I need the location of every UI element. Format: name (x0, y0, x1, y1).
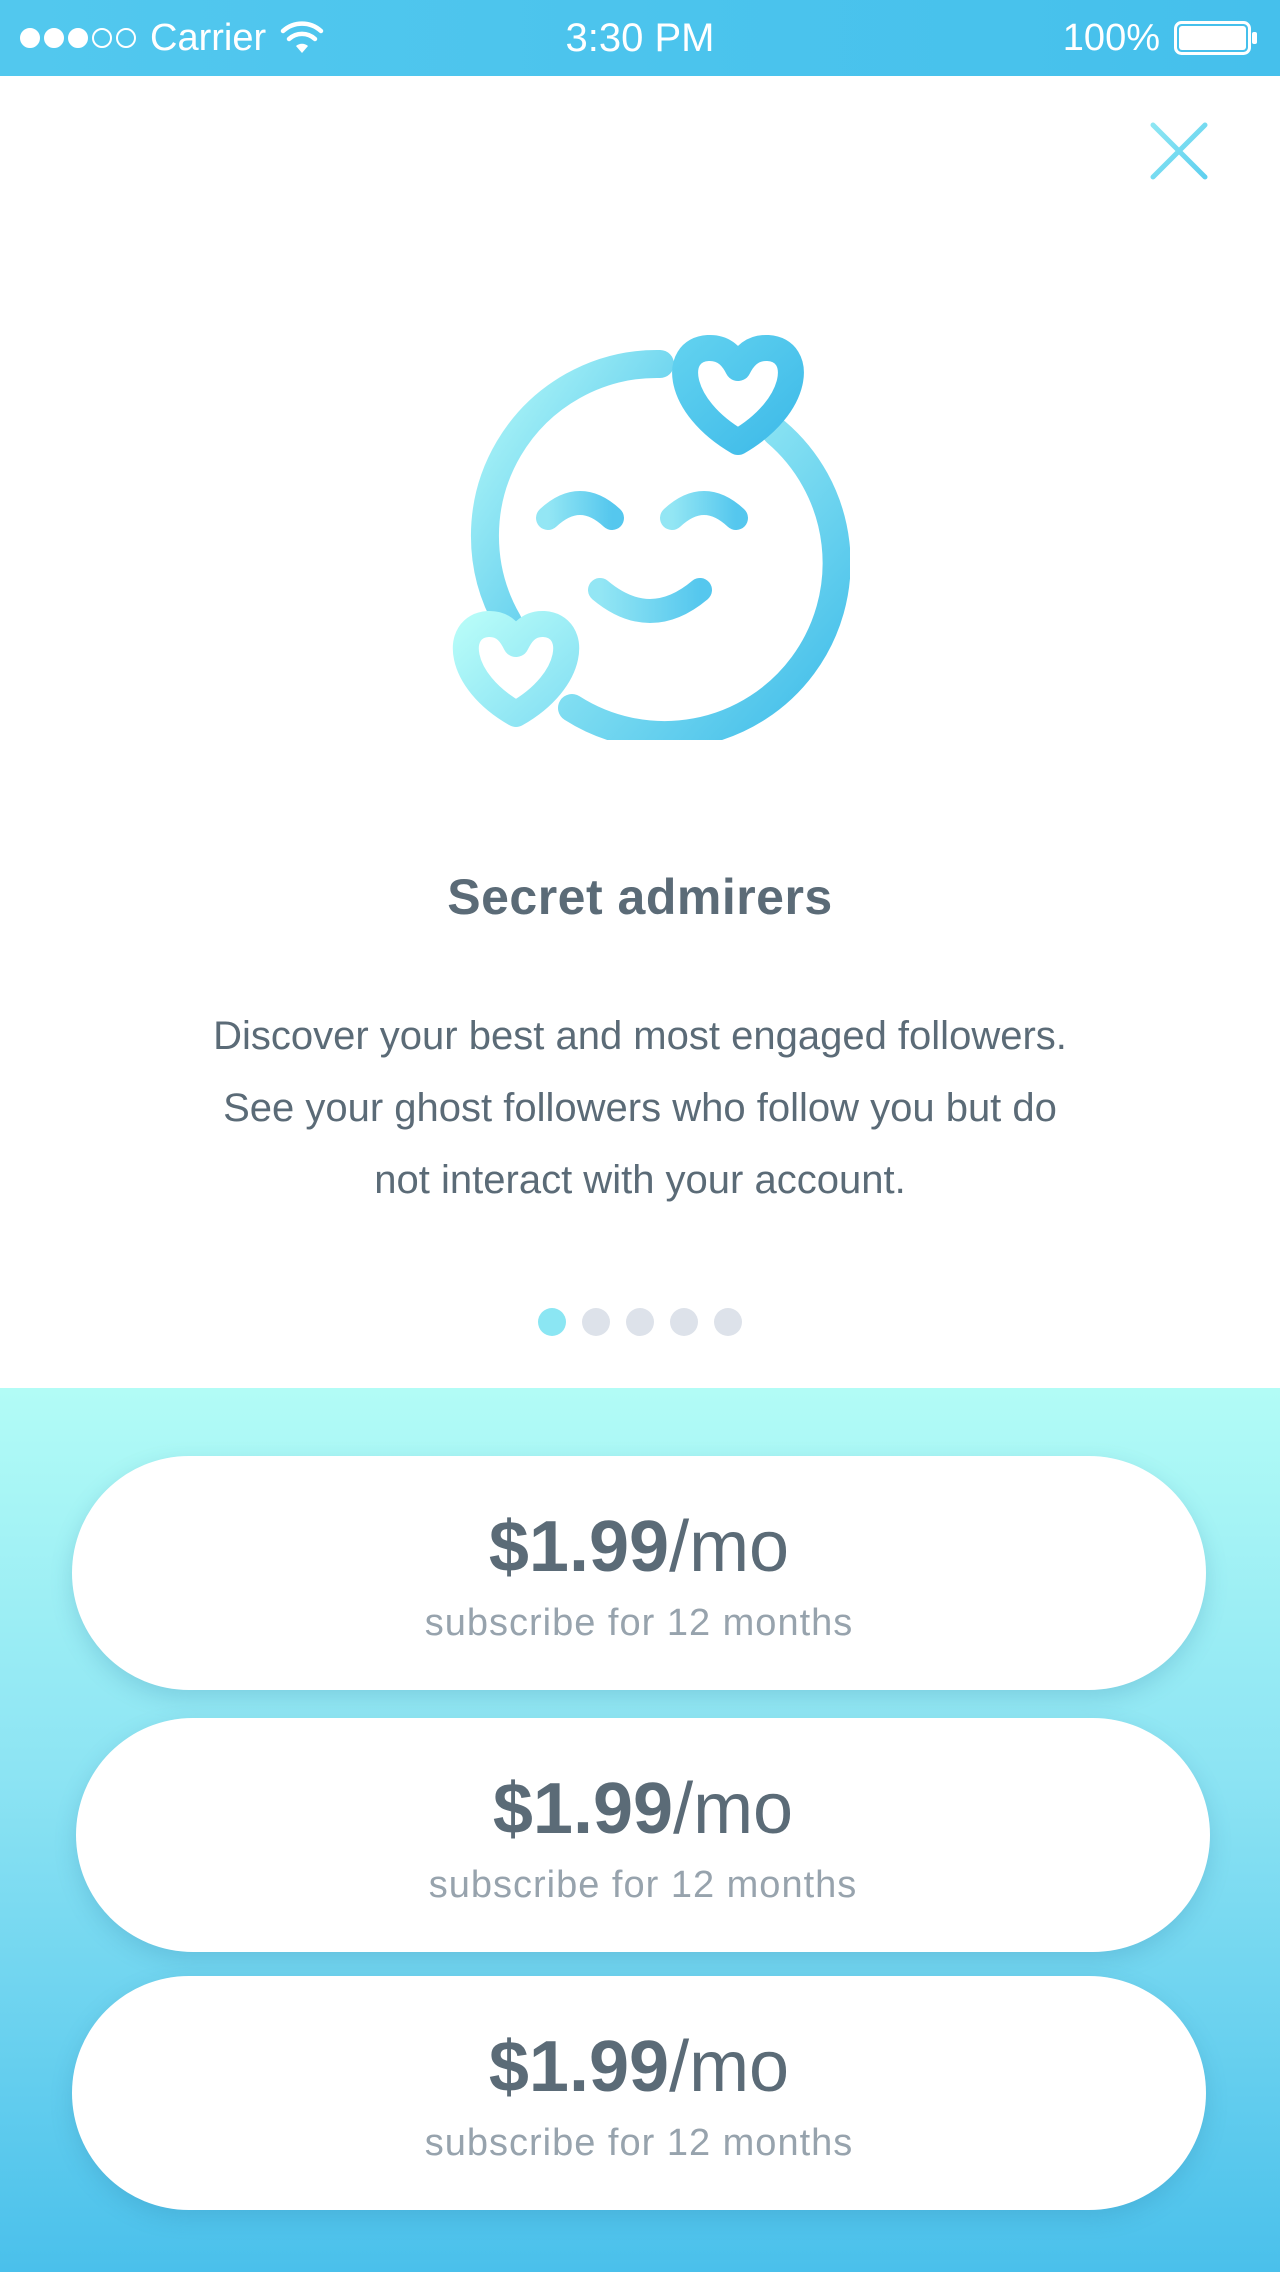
plan-price: $1.99/mo (76, 1768, 1210, 1850)
description-line: not interact with your account. (374, 1158, 906, 1202)
price-amount: $1.99 (488, 1507, 670, 1587)
page-dot[interactable] (582, 1308, 610, 1336)
feature-title: Secret admirers (447, 869, 833, 925)
page-dot[interactable] (714, 1308, 742, 1336)
plan-button-1[interactable]: $1.99/mo subscribe for 12 months (72, 1456, 1206, 1690)
plan-subtitle: subscribe for 12 months (424, 1602, 854, 1644)
page-dot[interactable] (626, 1308, 654, 1336)
plan-price: $1.99/mo (72, 1506, 1206, 1588)
plan-subtitle: subscribe for 12 months (424, 2122, 854, 2164)
plan-button-3[interactable]: $1.99/mo subscribe for 12 months (72, 1976, 1206, 2210)
description-line: See your ghost followers who follow you … (223, 1086, 1057, 1130)
plan-subtitle: subscribe for 12 months (428, 1864, 858, 1906)
page-dot[interactable] (670, 1308, 698, 1336)
close-icon[interactable] (1148, 120, 1210, 182)
description-line: Discover your best and most engaged foll… (213, 1014, 1067, 1058)
smiling-face-with-hearts-icon (452, 335, 850, 740)
price-unit: /mo (669, 2027, 790, 2107)
battery-icon (1174, 21, 1257, 55)
page-dot-active[interactable] (538, 1308, 566, 1336)
status-right: 100% (1063, 0, 1258, 76)
price-unit: /mo (669, 1507, 790, 1587)
paywall-screen: Carrier 3:30 PM 100% Secret admirers Dis… (0, 0, 1280, 2272)
page-indicator (0, 1308, 1280, 1336)
price-amount: $1.99 (488, 2027, 670, 2107)
battery-percent: 100% (1062, 16, 1160, 59)
price-amount: $1.99 (492, 1769, 674, 1849)
status-bar: Carrier 3:30 PM 100% (0, 0, 1280, 76)
plan-price: $1.99/mo (72, 2026, 1206, 2108)
close-button[interactable] (1148, 120, 1210, 182)
subscription-plans: $1.99/mo subscribe for 12 months $1.99/m… (0, 1388, 1280, 2272)
price-unit: /mo (673, 1769, 794, 1849)
plan-button-2[interactable]: $1.99/mo subscribe for 12 months (76, 1718, 1210, 1952)
feature-description: Discover your best and most engaged foll… (100, 1000, 1180, 1216)
